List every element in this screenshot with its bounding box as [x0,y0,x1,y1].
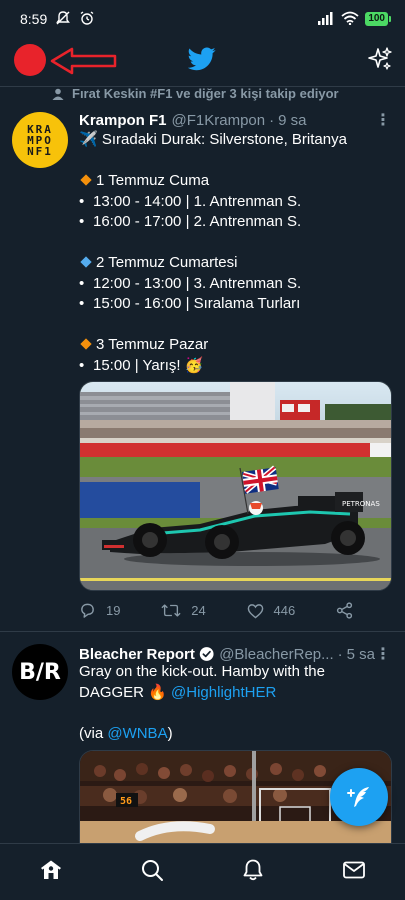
tweet-line: • 15:00 - 16:00 | Sıralama Turları [79,295,301,312]
nav-notifications[interactable] [241,858,265,887]
record-indicator-dot [14,44,46,76]
messages-icon [343,861,366,878]
twitter-bird-icon[interactable] [188,46,216,72]
separator-dot: · [269,111,275,129]
tweet-line: DAGGER 🔥 @HighlightHER [79,683,277,701]
retweet-button[interactable]: 24 [161,602,206,619]
home-icon [40,860,61,879]
battery-level: 100 [365,12,388,26]
share-icon [336,602,353,619]
alarm-icon [79,10,95,29]
status-bar: 8:59 100 [0,0,405,38]
retweet-icon [161,604,181,617]
mention-link[interactable]: @WNBA [107,725,167,742]
tweet-time[interactable]: 9 sa [278,112,306,129]
avatar[interactable]: B/R [12,644,68,700]
tweet-header: Bleacher Report @BleacherRep... · 5 sa ⋮ [79,644,391,664]
reply-count: 19 [106,603,121,618]
app-header [0,38,405,82]
tweet-text: Gray on the kick-out. Hamby with the DAG… [79,662,393,744]
wifi-icon [341,11,359,28]
compose-feather-icon [347,787,369,807]
person-icon [52,88,64,100]
tweet-text: ✈️ Sıradaki Durak: Silverstone, Britanya… [79,130,393,376]
tweet-photo[interactable]: PETRONAS [79,381,392,591]
scoreboard-text: 56 [120,796,132,807]
nav-search[interactable] [140,858,164,887]
like-button[interactable]: 446 [247,603,296,619]
avatar[interactable]: KRA MPO NF1 [12,112,68,168]
tweet-line: (via @WNBA) [79,724,173,742]
separator-dot: · [337,645,343,663]
author-handle[interactable]: @F1Krampon [172,112,266,129]
tweet-line: 1 Temmuz Cuma [79,171,393,192]
tweet-header: Krampon F1 @F1Krampon · 9 sa ⋮ [79,110,391,130]
reply-button[interactable]: 19 [79,602,120,619]
tweet-line: 3 Temmuz Pazar [79,335,393,356]
tweet-line: • 13:00 - 14:00 | 1. Antrenman S. [79,192,302,210]
more-options-icon[interactable]: ⋮ [375,644,391,664]
reply-icon [81,603,94,618]
muted-notifications-icon [55,10,71,29]
author-name[interactable]: Krampon F1 [79,112,167,129]
share-button[interactable] [336,602,353,619]
tweet-line: Gray on the kick-out. Hamby with the [79,663,325,680]
tweet-actions: 19 24 446 [79,602,353,619]
avatar-logo-text: B/R [19,659,61,685]
verified-badge-icon [199,647,214,661]
f1-car-photo: PETRONAS [80,382,391,590]
like-count: 446 [273,603,296,618]
tweet-divider [0,631,405,632]
social-context-text: Fırat Keskin #F1 ve diğer 3 kişi takip e… [72,86,339,101]
tweet-time[interactable]: 5 sa [347,646,375,663]
tweet-line: • 15:00 | Yarış! 🥳 [79,356,204,374]
heart-icon [247,603,263,619]
tweet-line: 2 Temmuz Cumartesi [79,253,393,274]
left-arrow-icon [50,47,117,75]
tweet-line: ✈️ Sıradaki Durak: Silverstone, Britanya [79,131,347,148]
bottom-nav [0,843,405,900]
battery-icon: 100 [365,12,391,26]
notifications-icon [243,859,263,880]
orange-diamond-icon [80,174,92,186]
status-time: 8:59 [20,11,48,27]
svg-text:PETRONAS: PETRONAS [342,500,380,508]
avatar-logo-text: KRA MPO NF1 [27,122,53,158]
author-name[interactable]: Bleacher Report [79,646,195,663]
author-handle[interactable]: @BleacherRep... [219,646,333,663]
sparkle-icon[interactable] [367,46,393,72]
more-options-icon[interactable]: ⋮ [375,110,391,130]
search-icon [141,859,163,881]
social-context[interactable]: Fırat Keskin #F1 ve diğer 3 kişi takip e… [52,86,339,101]
mention-link[interactable]: @HighlightHER [171,684,276,701]
retweet-count: 24 [191,603,206,618]
nav-home[interactable] [39,858,63,887]
tweet-line: • 12:00 - 13:00 | 3. Antrenman S. [79,274,302,292]
tweet-line: • 16:00 - 17:00 | 2. Antrenman S. [79,213,302,230]
blue-diamond-icon [80,256,92,268]
signal-icon [317,11,335,28]
orange-diamond-icon [80,338,92,350]
compose-tweet-button[interactable] [330,768,388,826]
nav-messages[interactable] [342,858,366,887]
